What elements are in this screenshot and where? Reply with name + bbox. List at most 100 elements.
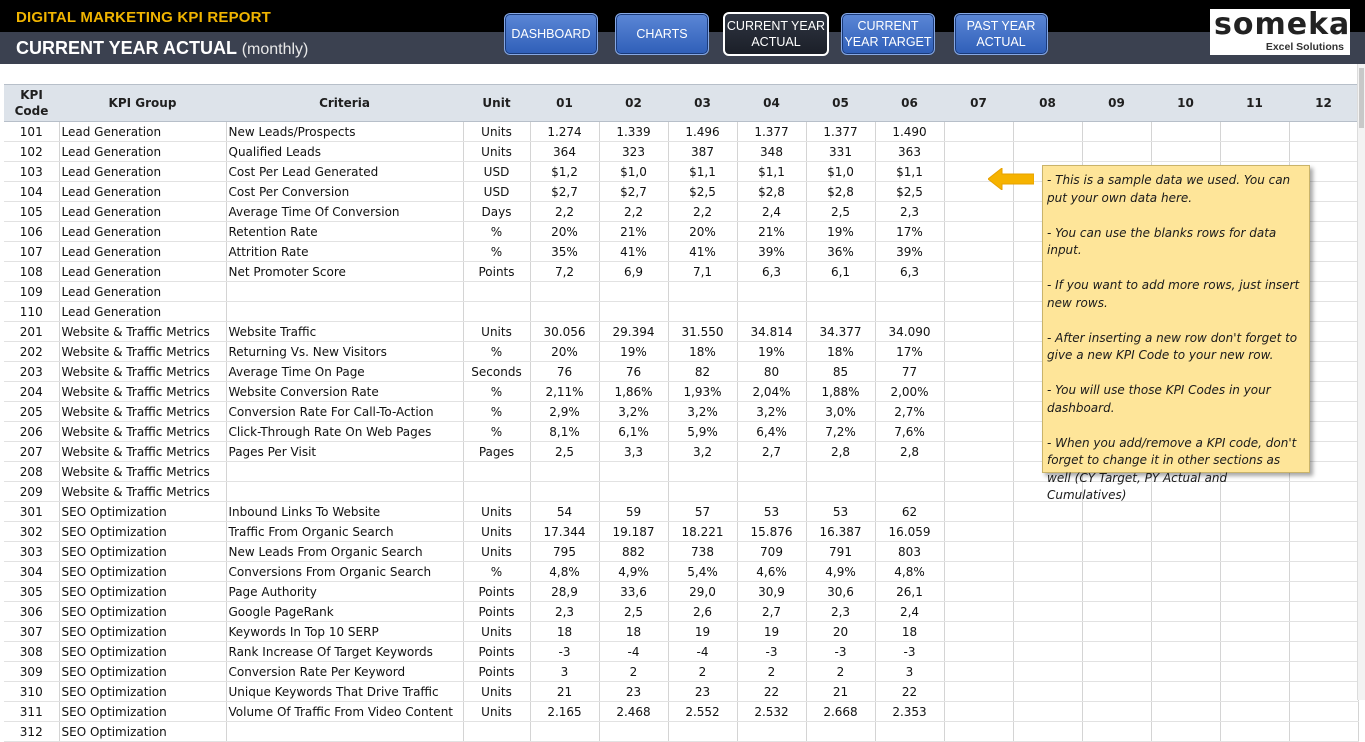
month-value-cell[interactable]: 4,9% [599, 561, 669, 582]
criteria-cell[interactable]: Attrition Rate [226, 241, 464, 262]
kpi-code-cell[interactable]: 304 [4, 561, 60, 582]
month-value-cell[interactable]: 85 [806, 361, 876, 382]
col-header-month[interactable]: 11 [1220, 84, 1289, 122]
month-value-cell[interactable]: 7,2 [530, 261, 600, 282]
month-value-cell[interactable] [944, 581, 1014, 602]
month-value-cell[interactable] [1220, 581, 1290, 602]
kpi-code-cell[interactable]: 107 [4, 241, 60, 262]
month-value-cell[interactable] [1013, 541, 1083, 562]
month-value-cell[interactable]: 2,6 [668, 601, 738, 622]
month-value-cell[interactable] [1082, 681, 1152, 702]
month-value-cell[interactable]: 28,9 [530, 581, 600, 602]
col-header-month[interactable]: 08 [1013, 84, 1082, 122]
month-value-cell[interactable] [806, 481, 876, 502]
month-value-cell[interactable]: 18% [668, 341, 738, 362]
month-value-cell[interactable]: 2,3 [806, 601, 876, 622]
month-value-cell[interactable]: 2,3 [875, 201, 945, 222]
month-value-cell[interactable] [1151, 621, 1221, 642]
month-value-cell[interactable]: $2,8 [806, 181, 876, 202]
unit-cell[interactable]: Units [463, 501, 531, 522]
criteria-cell[interactable] [226, 721, 464, 742]
month-value-cell[interactable] [944, 301, 1014, 322]
kpi-code-cell[interactable]: 301 [4, 501, 60, 522]
unit-cell[interactable]: Points [463, 641, 531, 662]
criteria-cell[interactable]: Average Time On Page [226, 361, 464, 382]
month-value-cell[interactable]: 1.496 [668, 121, 738, 142]
month-value-cell[interactable]: 59 [599, 501, 669, 522]
unit-cell[interactable]: Points [463, 661, 531, 682]
month-value-cell[interactable]: 19 [668, 621, 738, 642]
month-value-cell[interactable] [1151, 641, 1221, 662]
unit-cell[interactable]: Units [463, 141, 531, 162]
current-year-target-button[interactable]: CURRENT YEAR TARGET [841, 13, 935, 55]
criteria-cell[interactable]: Average Time Of Conversion [226, 201, 464, 222]
month-value-cell[interactable]: 6,9 [599, 261, 669, 282]
kpi-group-cell[interactable]: Lead Generation [59, 261, 227, 282]
month-value-cell[interactable]: 738 [668, 541, 738, 562]
kpi-group-cell[interactable]: SEO Optimization [59, 721, 227, 742]
kpi-group-cell[interactable]: SEO Optimization [59, 601, 227, 622]
kpi-group-cell[interactable]: SEO Optimization [59, 521, 227, 542]
month-value-cell[interactable]: 21% [599, 221, 669, 242]
month-value-cell[interactable]: 34.377 [806, 321, 876, 342]
month-value-cell[interactable]: $1,2 [530, 161, 600, 182]
month-value-cell[interactable]: 2,3 [530, 601, 600, 622]
month-value-cell[interactable]: 36% [806, 241, 876, 262]
month-value-cell[interactable] [1151, 541, 1221, 562]
month-value-cell[interactable]: 2,2 [599, 201, 669, 222]
month-value-cell[interactable] [1013, 621, 1083, 642]
month-value-cell[interactable]: 18 [599, 621, 669, 642]
month-value-cell[interactable]: -4 [599, 641, 669, 662]
month-value-cell[interactable] [530, 481, 600, 502]
month-value-cell[interactable] [737, 721, 807, 742]
unit-cell[interactable]: Days [463, 201, 531, 222]
col-header-code[interactable]: KPI Code [4, 84, 59, 122]
kpi-code-cell[interactable]: 206 [4, 421, 60, 442]
month-value-cell[interactable]: $1,1 [737, 161, 807, 182]
month-value-cell[interactable]: 31.550 [668, 321, 738, 342]
vertical-scrollbar[interactable] [1357, 64, 1365, 700]
criteria-cell[interactable]: New Leads/Prospects [226, 121, 464, 142]
criteria-cell[interactable]: Returning Vs. New Visitors [226, 341, 464, 362]
month-value-cell[interactable]: 30,9 [737, 581, 807, 602]
kpi-code-cell[interactable]: 209 [4, 481, 60, 502]
kpi-group-cell[interactable]: SEO Optimization [59, 621, 227, 642]
month-value-cell[interactable]: 21% [737, 221, 807, 242]
month-value-cell[interactable] [944, 681, 1014, 702]
month-value-cell[interactable]: 19% [806, 221, 876, 242]
month-value-cell[interactable]: 1.377 [737, 121, 807, 142]
kpi-group-cell[interactable]: SEO Optimization [59, 701, 227, 722]
month-value-cell[interactable] [944, 461, 1014, 482]
month-value-cell[interactable] [1289, 701, 1359, 722]
col-header-month[interactable]: 10 [1151, 84, 1220, 122]
month-value-cell[interactable] [1220, 141, 1290, 162]
month-value-cell[interactable]: 62 [875, 501, 945, 522]
kpi-group-cell[interactable]: Lead Generation [59, 301, 227, 322]
month-value-cell[interactable]: 29.394 [599, 321, 669, 342]
month-value-cell[interactable] [1220, 601, 1290, 622]
month-value-cell[interactable]: 80 [737, 361, 807, 382]
criteria-cell[interactable]: Cost Per Conversion [226, 181, 464, 202]
month-value-cell[interactable]: $2,8 [737, 181, 807, 202]
col-header-month[interactable]: 07 [944, 84, 1013, 122]
someka-logo[interactable]: someka Excel Solutions [1210, 7, 1350, 55]
month-value-cell[interactable] [875, 481, 945, 502]
month-value-cell[interactable]: 2,00% [875, 381, 945, 402]
kpi-group-cell[interactable]: Website & Traffic Metrics [59, 421, 227, 442]
month-value-cell[interactable] [944, 201, 1014, 222]
month-value-cell[interactable]: 2,11% [530, 381, 600, 402]
month-value-cell[interactable] [530, 721, 600, 742]
month-value-cell[interactable]: $2,7 [599, 181, 669, 202]
month-value-cell[interactable] [1013, 701, 1083, 722]
month-value-cell[interactable] [944, 361, 1014, 382]
month-value-cell[interactable] [944, 321, 1014, 342]
month-value-cell[interactable] [599, 481, 669, 502]
month-value-cell[interactable] [1013, 661, 1083, 682]
month-value-cell[interactable]: 7,1 [668, 261, 738, 282]
month-value-cell[interactable]: 348 [737, 141, 807, 162]
criteria-cell[interactable]: Pages Per Visit [226, 441, 464, 462]
col-header-month[interactable]: 01 [530, 84, 599, 122]
month-value-cell[interactable]: 364 [530, 141, 600, 162]
month-value-cell[interactable]: 791 [806, 541, 876, 562]
kpi-group-cell[interactable]: SEO Optimization [59, 641, 227, 662]
